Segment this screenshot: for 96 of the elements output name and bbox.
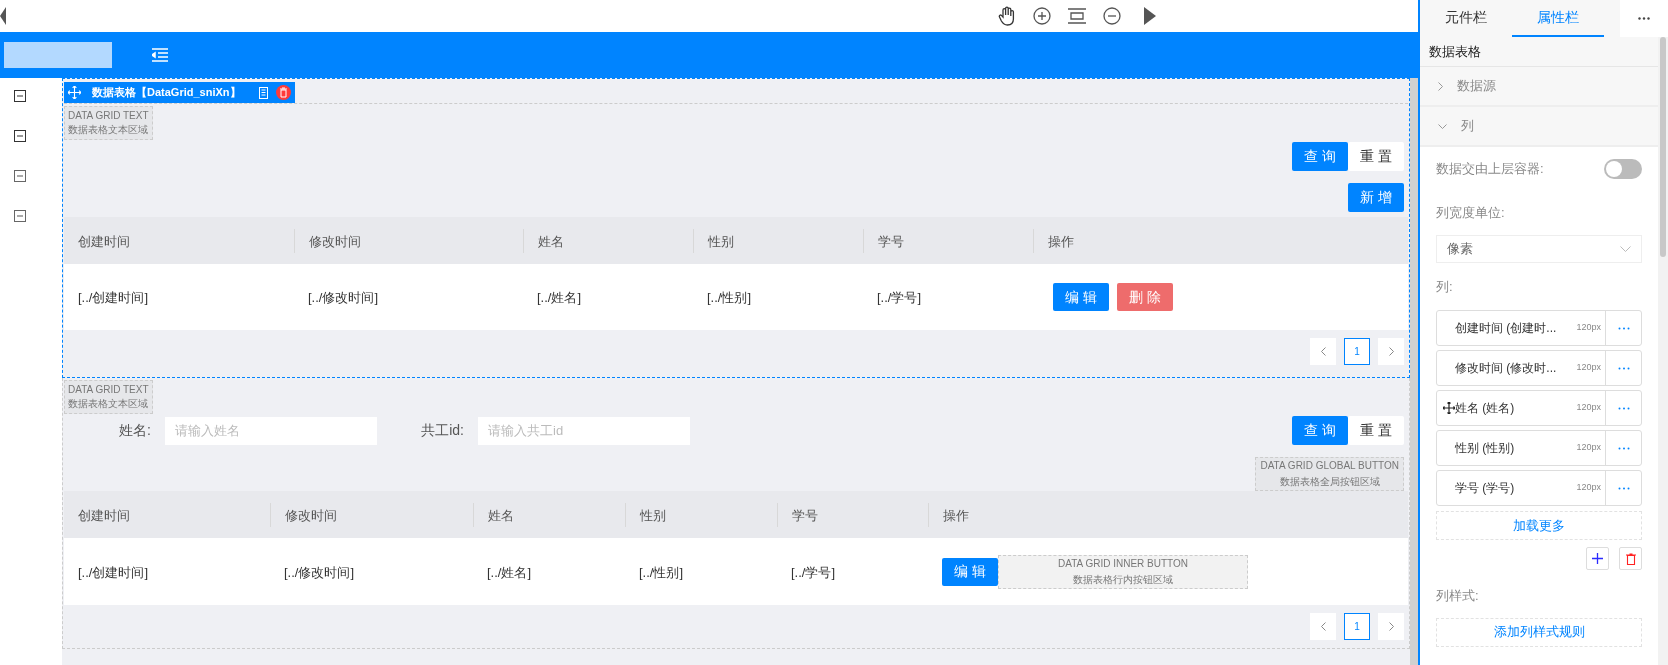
action-button[interactable]: 重置: [1348, 142, 1404, 171]
scrollbar-thumb[interactable]: [1660, 37, 1666, 257]
setting-label: 列:: [1436, 277, 1454, 296]
action-button[interactable]: 查询: [1292, 142, 1348, 171]
collapse-icon[interactable]: [14, 170, 26, 182]
filter-label: 姓名:: [118, 421, 152, 440]
column-header: 创建时间: [78, 233, 130, 249]
action-button[interactable]: 重置: [1348, 416, 1404, 445]
global-button-zone-field[interactable]: DATA GRID GLOBAL BUTTON 数据表格全局按钮区域: [1255, 457, 1404, 491]
column-header: 修改时间: [309, 233, 361, 249]
delete-button[interactable]: [1619, 547, 1642, 570]
collapse-left-icon[interactable]: [0, 7, 6, 25]
column-header: 性别: [708, 233, 734, 249]
setting-label: 列宽度单位:: [1436, 204, 1506, 222]
table-cell: [../学号]: [877, 290, 922, 305]
column-width: 120px: [1576, 321, 1601, 335]
section-header[interactable]: 列: [1420, 107, 1658, 147]
action-button[interactable]: 编辑: [942, 557, 998, 586]
column-width: 120px: [1576, 401, 1601, 415]
action-button[interactable]: 编辑: [1053, 283, 1109, 311]
load-more-button[interactable]: 加载更多: [1436, 511, 1642, 540]
chevron-right-icon: [1388, 622, 1394, 631]
table-cell: [../性别]: [707, 290, 752, 305]
action-button[interactable]: 新增: [1348, 183, 1404, 212]
column-name: 性别 (性别): [1455, 440, 1516, 457]
move-icon[interactable]: [1443, 402, 1455, 414]
section-header[interactable]: 数据源: [1420, 67, 1658, 107]
column-name: 姓名 (姓名): [1455, 400, 1516, 417]
toggle-switch[interactable]: [1604, 159, 1642, 179]
table-cell: [../姓名]: [537, 290, 582, 305]
filter-label: 共工id:: [420, 421, 465, 440]
page-button[interactable]: 1: [1344, 613, 1370, 640]
column-header: 操作: [943, 507, 969, 523]
table-cell: [../创建时间]: [78, 290, 149, 305]
input-field[interactable]: 请输入姓名: [165, 416, 377, 445]
table-cell: [../性别]: [639, 564, 684, 580]
setting-label: 数据交由上层容器:: [1436, 160, 1544, 179]
column-width: 120px: [1576, 361, 1601, 375]
chevron-down-icon: [1620, 245, 1631, 252]
table-cell: [../姓名]: [487, 564, 532, 580]
menu-fold-icon[interactable]: [152, 48, 168, 62]
column-header: 修改时间: [285, 507, 337, 523]
column-item[interactable]: 姓名 (姓名) 120px: [1436, 390, 1642, 426]
column-item[interactable]: 学号 (学号) 120px: [1436, 470, 1642, 506]
table-cell: [../修改时间]: [308, 290, 379, 305]
page-button[interactable]: 1: [1344, 338, 1370, 365]
column-header: 操作: [1048, 233, 1074, 249]
add-style-rule-button[interactable]: 添加列样式规则: [1436, 617, 1642, 647]
column-item[interactable]: 性别 (性别) 120px: [1436, 430, 1642, 466]
chevron-right-icon: [1388, 347, 1394, 356]
collapse-icon[interactable]: [14, 210, 26, 222]
zoom-in-icon[interactable]: [1033, 7, 1051, 25]
column-item[interactable]: 创建时间 (创建时... 120px: [1436, 310, 1642, 346]
input-field[interactable]: 请输入共工id: [478, 416, 690, 445]
table-cell: [../创建时间]: [78, 564, 149, 580]
chevron-down-icon: [1438, 123, 1447, 129]
collapse-icon[interactable]: [14, 90, 26, 102]
hand-icon[interactable]: [998, 6, 1016, 26]
chevron-left-icon: [1320, 347, 1326, 356]
scrollbar[interactable]: [1410, 78, 1418, 665]
panel-title: 数据表格: [1429, 42, 1481, 61]
table-cell: [../修改时间]: [284, 564, 355, 580]
zoom-out-icon[interactable]: [1103, 7, 1121, 25]
plus-icon: [1592, 553, 1603, 564]
action-button[interactable]: 查询: [1292, 416, 1348, 445]
unit-select[interactable]: 像素: [1436, 234, 1642, 263]
trash-icon: [1625, 552, 1636, 565]
column-item[interactable]: 修改时间 (修改时... 120px: [1436, 350, 1642, 386]
column-header: 性别: [640, 507, 666, 523]
collapse-icon[interactable]: [14, 130, 26, 142]
action-button[interactable]: 删除: [1117, 283, 1173, 311]
chevron-right-icon: [1438, 81, 1443, 91]
text-zone-field[interactable]: DATA GRID TEXT 数据表格文本区域: [64, 380, 153, 414]
delete-icon[interactable]: [275, 85, 291, 100]
panel-tab[interactable]: 元件栏: [1420, 0, 1512, 37]
column-header: 学号: [878, 233, 904, 249]
column-width: 120px: [1576, 481, 1601, 495]
add-button[interactable]: [1586, 547, 1609, 570]
column-header: 学号: [792, 507, 818, 523]
chevron-left-icon: [1320, 622, 1326, 631]
table-cell: [../学号]: [791, 564, 836, 580]
column-header: 姓名: [488, 507, 514, 523]
component-label: 数据表格【DataGrid_sniXn】: [92, 85, 241, 101]
more-icon[interactable]: [1638, 17, 1650, 20]
text-zone-field[interactable]: DATA GRID TEXT 数据表格文本区域: [64, 106, 153, 140]
column-width: 120px: [1576, 441, 1601, 455]
fit-icon[interactable]: [1068, 8, 1086, 24]
column-name: 修改时间 (修改时...: [1455, 360, 1558, 377]
column-name: 学号 (学号): [1455, 480, 1516, 497]
inner-button-zone-field[interactable]: DATA GRID INNER BUTTON 数据表格行内按钮区域: [998, 554, 1248, 589]
column-header: 创建时间: [78, 507, 130, 523]
setting-label: 列样式:: [1436, 587, 1480, 605]
play-icon[interactable]: [1144, 7, 1156, 25]
copy-icon[interactable]: [257, 86, 269, 99]
column-header: 姓名: [538, 233, 564, 249]
column-name: 创建时间 (创建时...: [1455, 320, 1558, 337]
